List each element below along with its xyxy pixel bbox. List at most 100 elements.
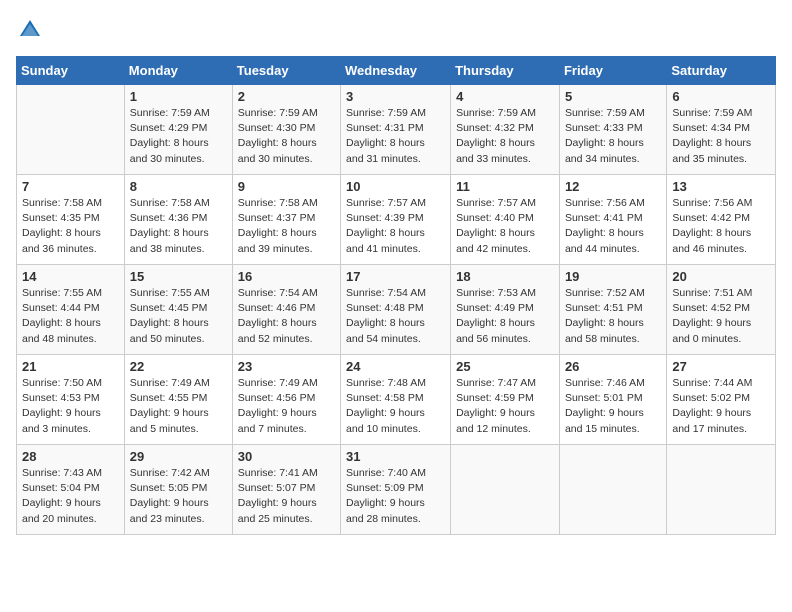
calendar-cell xyxy=(559,445,666,535)
day-info: Sunrise: 7:55 AM Sunset: 4:44 PM Dayligh… xyxy=(22,286,119,347)
day-info: Sunrise: 7:44 AM Sunset: 5:02 PM Dayligh… xyxy=(672,376,770,437)
calendar-cell: 16 Sunrise: 7:54 AM Sunset: 4:46 PM Dayli… xyxy=(232,265,340,355)
calendar-cell: 27 Sunrise: 7:44 AM Sunset: 5:02 PM Dayli… xyxy=(667,355,776,445)
calendar-cell: 4 Sunrise: 7:59 AM Sunset: 4:32 PM Daylig… xyxy=(451,85,560,175)
calendar-cell: 17 Sunrise: 7:54 AM Sunset: 4:48 PM Dayli… xyxy=(341,265,451,355)
day-info: Sunrise: 7:49 AM Sunset: 4:56 PM Dayligh… xyxy=(238,376,335,437)
day-number: 7 xyxy=(22,179,119,194)
calendar-cell: 31 Sunrise: 7:40 AM Sunset: 5:09 PM Dayli… xyxy=(341,445,451,535)
calendar-cell: 8 Sunrise: 7:58 AM Sunset: 4:36 PM Daylig… xyxy=(124,175,232,265)
day-info: Sunrise: 7:46 AM Sunset: 5:01 PM Dayligh… xyxy=(565,376,661,437)
calendar-cell: 10 Sunrise: 7:57 AM Sunset: 4:39 PM Dayli… xyxy=(341,175,451,265)
day-number: 14 xyxy=(22,269,119,284)
day-info: Sunrise: 7:51 AM Sunset: 4:52 PM Dayligh… xyxy=(672,286,770,347)
day-info: Sunrise: 7:54 AM Sunset: 4:46 PM Dayligh… xyxy=(238,286,335,347)
calendar-cell: 26 Sunrise: 7:46 AM Sunset: 5:01 PM Dayli… xyxy=(559,355,666,445)
day-number: 15 xyxy=(130,269,227,284)
day-info: Sunrise: 7:53 AM Sunset: 4:49 PM Dayligh… xyxy=(456,286,554,347)
calendar-cell: 9Sunrise: 7:58 AM Sunset: 4:37 PM Daylig… xyxy=(232,175,340,265)
day-header-tuesday: Tuesday xyxy=(232,57,340,85)
day-info: Sunrise: 7:59 AM Sunset: 4:32 PM Dayligh… xyxy=(456,106,554,167)
day-number: 26 xyxy=(565,359,661,374)
day-number: 9 xyxy=(238,179,335,194)
day-info: Sunrise: 7:54 AM Sunset: 4:48 PM Dayligh… xyxy=(346,286,445,347)
day-header-sunday: Sunday xyxy=(17,57,125,85)
calendar-cell: 6 Sunrise: 7:59 AM Sunset: 4:34 PM Daylig… xyxy=(667,85,776,175)
day-info: Sunrise: 7:55 AM Sunset: 4:45 PM Dayligh… xyxy=(130,286,227,347)
day-number: 8 xyxy=(130,179,227,194)
day-info: Sunrise: 7:40 AM Sunset: 5:09 PM Dayligh… xyxy=(346,466,445,527)
day-number: 21 xyxy=(22,359,119,374)
calendar-cell: 19 Sunrise: 7:52 AM Sunset: 4:51 PM Dayli… xyxy=(559,265,666,355)
calendar-week-row: 28Sunrise: 7:43 AM Sunset: 5:04 PM Dayli… xyxy=(17,445,776,535)
day-info: Sunrise: 7:56 AM Sunset: 4:42 PM Dayligh… xyxy=(672,196,770,257)
day-info: Sunrise: 7:59 AM Sunset: 4:34 PM Dayligh… xyxy=(672,106,770,167)
calendar-cell: 12 Sunrise: 7:56 AM Sunset: 4:41 PM Dayli… xyxy=(559,175,666,265)
calendar-cell xyxy=(17,85,125,175)
day-info: Sunrise: 7:42 AM Sunset: 5:05 PM Dayligh… xyxy=(130,466,227,527)
calendar-cell: 5 Sunrise: 7:59 AM Sunset: 4:33 PM Daylig… xyxy=(559,85,666,175)
calendar-cell: 20 Sunrise: 7:51 AM Sunset: 4:52 PM Dayli… xyxy=(667,265,776,355)
day-header-friday: Friday xyxy=(559,57,666,85)
day-number: 31 xyxy=(346,449,445,464)
day-number: 19 xyxy=(565,269,661,284)
calendar-cell: 1 Sunrise: 7:59 AM Sunset: 4:29 PM Daylig… xyxy=(124,85,232,175)
day-info: Sunrise: 7:59 AM Sunset: 4:33 PM Dayligh… xyxy=(565,106,661,167)
day-number: 17 xyxy=(346,269,445,284)
calendar-cell xyxy=(667,445,776,535)
calendar-table: SundayMondayTuesdayWednesdayThursdayFrid… xyxy=(16,56,776,535)
calendar-cell: 29 Sunrise: 7:42 AM Sunset: 5:05 PM Dayli… xyxy=(124,445,232,535)
day-number: 1 xyxy=(130,89,227,104)
calendar-cell xyxy=(451,445,560,535)
day-number: 3 xyxy=(346,89,445,104)
day-header-saturday: Saturday xyxy=(667,57,776,85)
day-number: 20 xyxy=(672,269,770,284)
day-number: 2 xyxy=(238,89,335,104)
day-header-monday: Monday xyxy=(124,57,232,85)
day-info: Sunrise: 7:58 AM Sunset: 4:35 PM Dayligh… xyxy=(22,196,119,257)
day-info: Sunrise: 7:59 AM Sunset: 4:29 PM Dayligh… xyxy=(130,106,227,167)
page-header xyxy=(16,16,776,44)
logo-icon xyxy=(16,16,44,44)
calendar-cell: 13Sunrise: 7:56 AM Sunset: 4:42 PM Dayli… xyxy=(667,175,776,265)
day-info: Sunrise: 7:59 AM Sunset: 4:31 PM Dayligh… xyxy=(346,106,445,167)
calendar-cell: 22Sunrise: 7:49 AM Sunset: 4:55 PM Dayli… xyxy=(124,355,232,445)
day-number: 16 xyxy=(238,269,335,284)
day-info: Sunrise: 7:50 AM Sunset: 4:53 PM Dayligh… xyxy=(22,376,119,437)
day-info: Sunrise: 7:57 AM Sunset: 4:39 PM Dayligh… xyxy=(346,196,445,257)
day-number: 6 xyxy=(672,89,770,104)
calendar-cell: 15 Sunrise: 7:55 AM Sunset: 4:45 PM Dayli… xyxy=(124,265,232,355)
day-number: 10 xyxy=(346,179,445,194)
calendar-cell: 11 Sunrise: 7:57 AM Sunset: 4:40 PM Dayli… xyxy=(451,175,560,265)
day-number: 27 xyxy=(672,359,770,374)
day-header-thursday: Thursday xyxy=(451,57,560,85)
day-info: Sunrise: 7:52 AM Sunset: 4:51 PM Dayligh… xyxy=(565,286,661,347)
day-number: 23 xyxy=(238,359,335,374)
day-number: 5 xyxy=(565,89,661,104)
calendar-week-row: 14 Sunrise: 7:55 AM Sunset: 4:44 PM Dayli… xyxy=(17,265,776,355)
day-number: 11 xyxy=(456,179,554,194)
calendar-week-row: 21 Sunrise: 7:50 AM Sunset: 4:53 PM Dayli… xyxy=(17,355,776,445)
logo xyxy=(16,16,48,44)
day-number: 12 xyxy=(565,179,661,194)
day-header-wednesday: Wednesday xyxy=(341,57,451,85)
calendar-cell: 25 Sunrise: 7:47 AM Sunset: 4:59 PM Dayli… xyxy=(451,355,560,445)
day-info: Sunrise: 7:58 AM Sunset: 4:36 PM Dayligh… xyxy=(130,196,227,257)
calendar-cell: 24Sunrise: 7:48 AM Sunset: 4:58 PM Dayli… xyxy=(341,355,451,445)
calendar-cell: 30Sunrise: 7:41 AM Sunset: 5:07 PM Dayli… xyxy=(232,445,340,535)
calendar-week-row: 1 Sunrise: 7:59 AM Sunset: 4:29 PM Daylig… xyxy=(17,85,776,175)
calendar-header-row: SundayMondayTuesdayWednesdayThursdayFrid… xyxy=(17,57,776,85)
day-number: 25 xyxy=(456,359,554,374)
calendar-cell: 23 Sunrise: 7:49 AM Sunset: 4:56 PM Dayli… xyxy=(232,355,340,445)
day-number: 29 xyxy=(130,449,227,464)
day-info: Sunrise: 7:59 AM Sunset: 4:30 PM Dayligh… xyxy=(238,106,335,167)
day-info: Sunrise: 7:56 AM Sunset: 4:41 PM Dayligh… xyxy=(565,196,661,257)
day-info: Sunrise: 7:57 AM Sunset: 4:40 PM Dayligh… xyxy=(456,196,554,257)
day-number: 4 xyxy=(456,89,554,104)
calendar-cell: 14 Sunrise: 7:55 AM Sunset: 4:44 PM Dayli… xyxy=(17,265,125,355)
day-info: Sunrise: 7:41 AM Sunset: 5:07 PM Dayligh… xyxy=(238,466,335,527)
day-number: 24 xyxy=(346,359,445,374)
day-info: Sunrise: 7:47 AM Sunset: 4:59 PM Dayligh… xyxy=(456,376,554,437)
day-number: 28 xyxy=(22,449,119,464)
calendar-cell: 21 Sunrise: 7:50 AM Sunset: 4:53 PM Dayli… xyxy=(17,355,125,445)
